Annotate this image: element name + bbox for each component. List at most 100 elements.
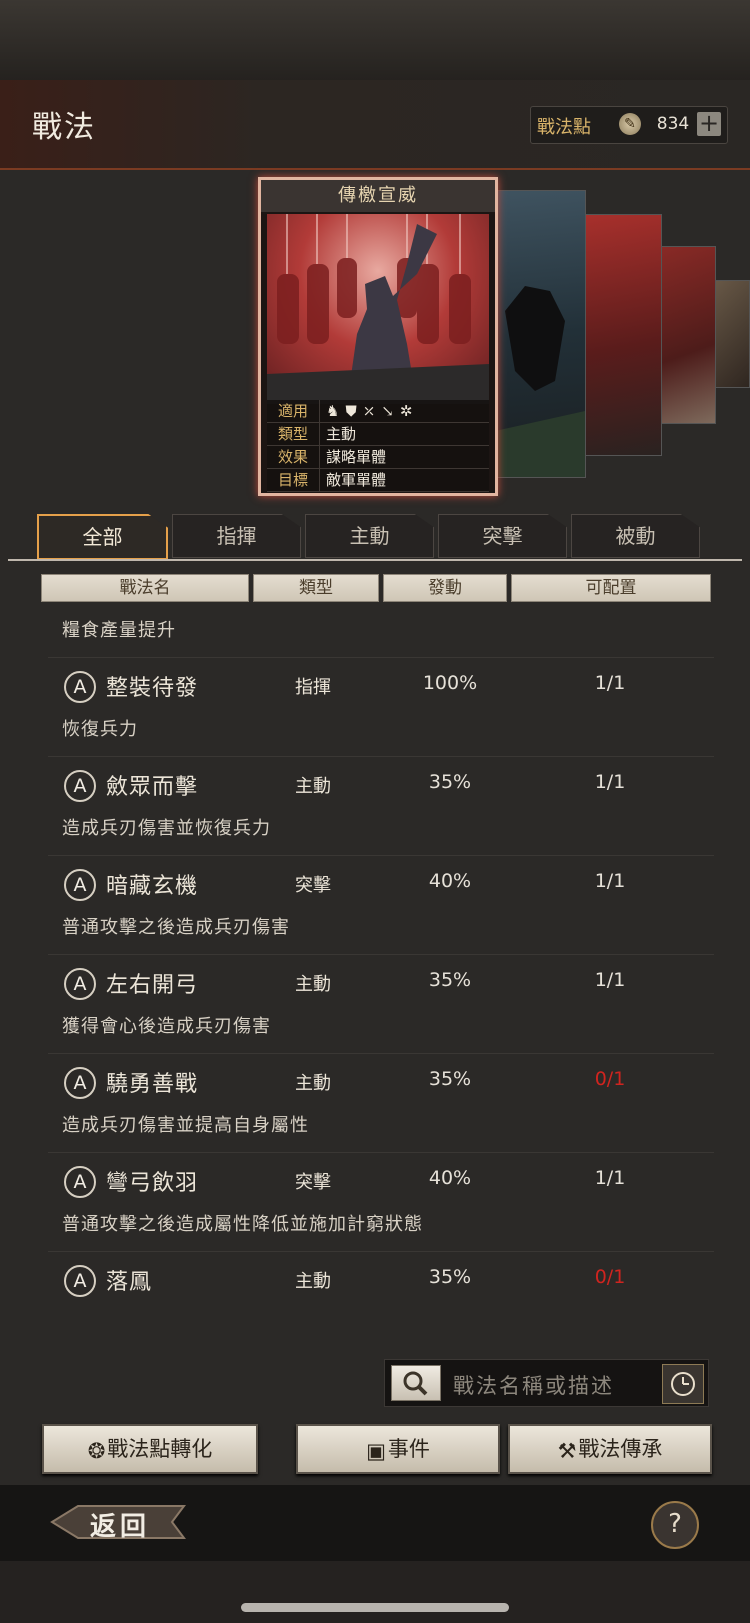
tactic-desc: 糧食產量提升 [62,620,176,641]
tactic-desc: 獲得會心後造成兵刃傷害 [62,1016,271,1037]
grade-badge: A [64,1166,96,1198]
list-item[interactable]: A 整裝待發 指揮 100% 1/1 恢復兵力 [48,657,714,757]
back-button[interactable]: 返回 [48,1500,188,1544]
inherit-tactic-label: 戰法傳承 [578,1437,663,1461]
list-item[interactable]: A 落鳳 主動 35% 0/1 [48,1251,714,1340]
card-title: 傳檄宣威 [261,180,495,212]
search-icon [403,1371,428,1396]
tactic-name: 整裝待發 [106,676,199,701]
card-row-applicable: 適用 ♞⛊⤫↘✲ [267,400,489,423]
general-silhouette-art [267,214,489,404]
tactic-rate: 35% [428,969,472,991]
tactic-rate: 35% [428,1068,472,1090]
tab-passive[interactable]: 被動 [571,514,700,558]
help-button[interactable]: ? [651,1501,699,1549]
column-header-name[interactable]: 戰法名 [41,574,249,602]
tab-command[interactable]: 指揮 [172,514,301,558]
tactic-desc: 普通攻擊之後造成兵刃傷害 [62,917,290,938]
grade-badge: A [64,968,96,1000]
list-item-partial[interactable]: 糧食產量提升 [48,612,714,658]
event-label: 事件 [387,1437,430,1461]
list-item[interactable]: A 左右開弓 主動 35% 1/1 獲得會心後造成兵刃傷害 [48,954,714,1054]
tabs-divider [8,559,742,561]
top-decor-band [0,0,750,80]
tab-assault[interactable]: 突擊 [438,514,567,558]
grade-badge: A [64,869,96,901]
spear-icon: ↘ [381,402,400,420]
tactic-rate: 35% [428,771,472,793]
home-indicator[interactable] [241,1603,509,1612]
card-artwork [267,214,489,404]
tactic-name: 暗藏玄機 [106,874,199,899]
tactic-list[interactable]: 糧食產量提升 A 整裝待發 指揮 100% 1/1 恢復兵力 A 斂眾而擊 主動… [48,612,714,1340]
card-preview-3[interactable] [654,246,716,424]
grade-badge: A [64,1067,96,1099]
search-bar: 戰法名稱或描述 [384,1359,709,1407]
card-info-table: 適用 ♞⛊⤫↘✲ 類型 主動 效果 謀略單體 目標 敵軍單體 [267,400,489,492]
card-row-key: 效果 [267,446,320,468]
list-item[interactable]: A 彎弓飲羽 突擊 40% 1/1 普通攻擊之後造成屬性降低並施加計窮狀態 [48,1152,714,1252]
page-title: 戰法 [32,110,96,145]
tactic-rate: 100% [422,672,478,694]
add-points-button[interactable]: + [697,111,721,136]
tab-active[interactable]: 主動 [305,514,434,558]
card-preview-2[interactable] [580,214,662,456]
flame-icon: ❂ [87,1438,106,1463]
filter-tabs: 全部 指揮 主動 突擊 被動 [37,514,700,560]
card-row-key: 類型 [267,423,320,445]
list-item[interactable]: A 驍勇善戰 主動 35% 0/1 造成兵刃傷害並提高自身屬性 [48,1053,714,1153]
grade-badge: A [64,671,96,703]
tactic-name: 彎弓飲羽 [106,1171,199,1196]
tactic-type: 主動 [295,1073,331,1094]
card-preview-1[interactable] [494,190,586,478]
grade-badge: A [64,770,96,802]
tactic-desc: 恢復兵力 [62,719,138,740]
bow-icon: ⤫ [362,402,382,420]
tactic-desc: 造成兵刃傷害並恢復兵力 [62,818,271,839]
tactic-name: 斂眾而擊 [106,775,199,800]
back-label: 返回 [90,1512,151,1542]
tactic-name: 驍勇善戰 [106,1072,199,1097]
hammer-icon: ⚒ [557,1438,577,1463]
convert-points-label: 戰法點轉化 [107,1437,213,1461]
column-header-slots[interactable]: 可配置 [511,574,711,602]
card-row-key: 適用 [267,400,320,422]
tactic-type: 突擊 [295,875,331,896]
troop-type-icons: ♞⛊⤫↘✲ [320,400,418,422]
selected-tactic-card[interactable]: 傳檄宣威 適用 ♞⛊⤫↘✲ 類型 主動 效果 謀略單體 目標 敵軍單體 [258,177,498,496]
feather-coin-icon: ✎ [619,113,641,135]
history-button[interactable] [662,1364,704,1404]
tactic-rate: 40% [428,1167,472,1189]
list-item[interactable]: A 斂眾而擊 主動 35% 1/1 造成兵刃傷害並恢復兵力 [48,756,714,856]
tactic-rate: 40% [428,870,472,892]
column-headers: 戰法名 類型 發動 可配置 [41,574,711,602]
tactic-points-label: 戰法點 [537,117,591,138]
tactic-type: 指揮 [295,677,331,698]
horseman-silhouette [495,286,585,477]
tactic-points-box: 戰法點 ✎ 834 + [530,106,728,144]
inherit-tactic-button[interactable]: ⚒戰法傳承 [508,1424,712,1474]
search-input[interactable]: 戰法名稱或描述 [453,1370,614,1400]
tactic-type: 突擊 [295,1172,331,1193]
tactic-name: 左右開弓 [106,973,199,998]
convert-points-button[interactable]: ❂戰法點轉化 [42,1424,258,1474]
scroll-icon: ▣ [366,1438,386,1463]
column-header-rate[interactable]: 發動 [383,574,507,602]
column-header-type[interactable]: 類型 [253,574,379,602]
tactic-slots: 1/1 [594,1167,626,1189]
shield-icon: ⛊ [345,402,363,420]
list-item[interactable]: A 暗藏玄機 突擊 40% 1/1 普通攻擊之後造成兵刃傷害 [48,855,714,955]
search-button[interactable] [391,1365,441,1401]
header-bar: 戰法 戰法點 ✎ 834 + [0,80,750,170]
card-row-target: 目標 敵軍單體 [267,469,489,492]
tactic-desc: 普通攻擊之後造成屬性降低並施加計窮狀態 [62,1214,423,1235]
card-row-value: 主動 [326,425,357,443]
card-row-value: 敵軍單體 [326,471,387,489]
tactic-slots: 1/1 [594,672,626,694]
event-button[interactable]: ▣事件 [296,1424,500,1474]
tab-all[interactable]: 全部 [37,514,168,560]
tactic-rate: 35% [428,1266,472,1288]
grade-badge: A [64,1265,96,1297]
card-row-type: 類型 主動 [267,423,489,446]
tactic-slots: 1/1 [594,771,626,793]
